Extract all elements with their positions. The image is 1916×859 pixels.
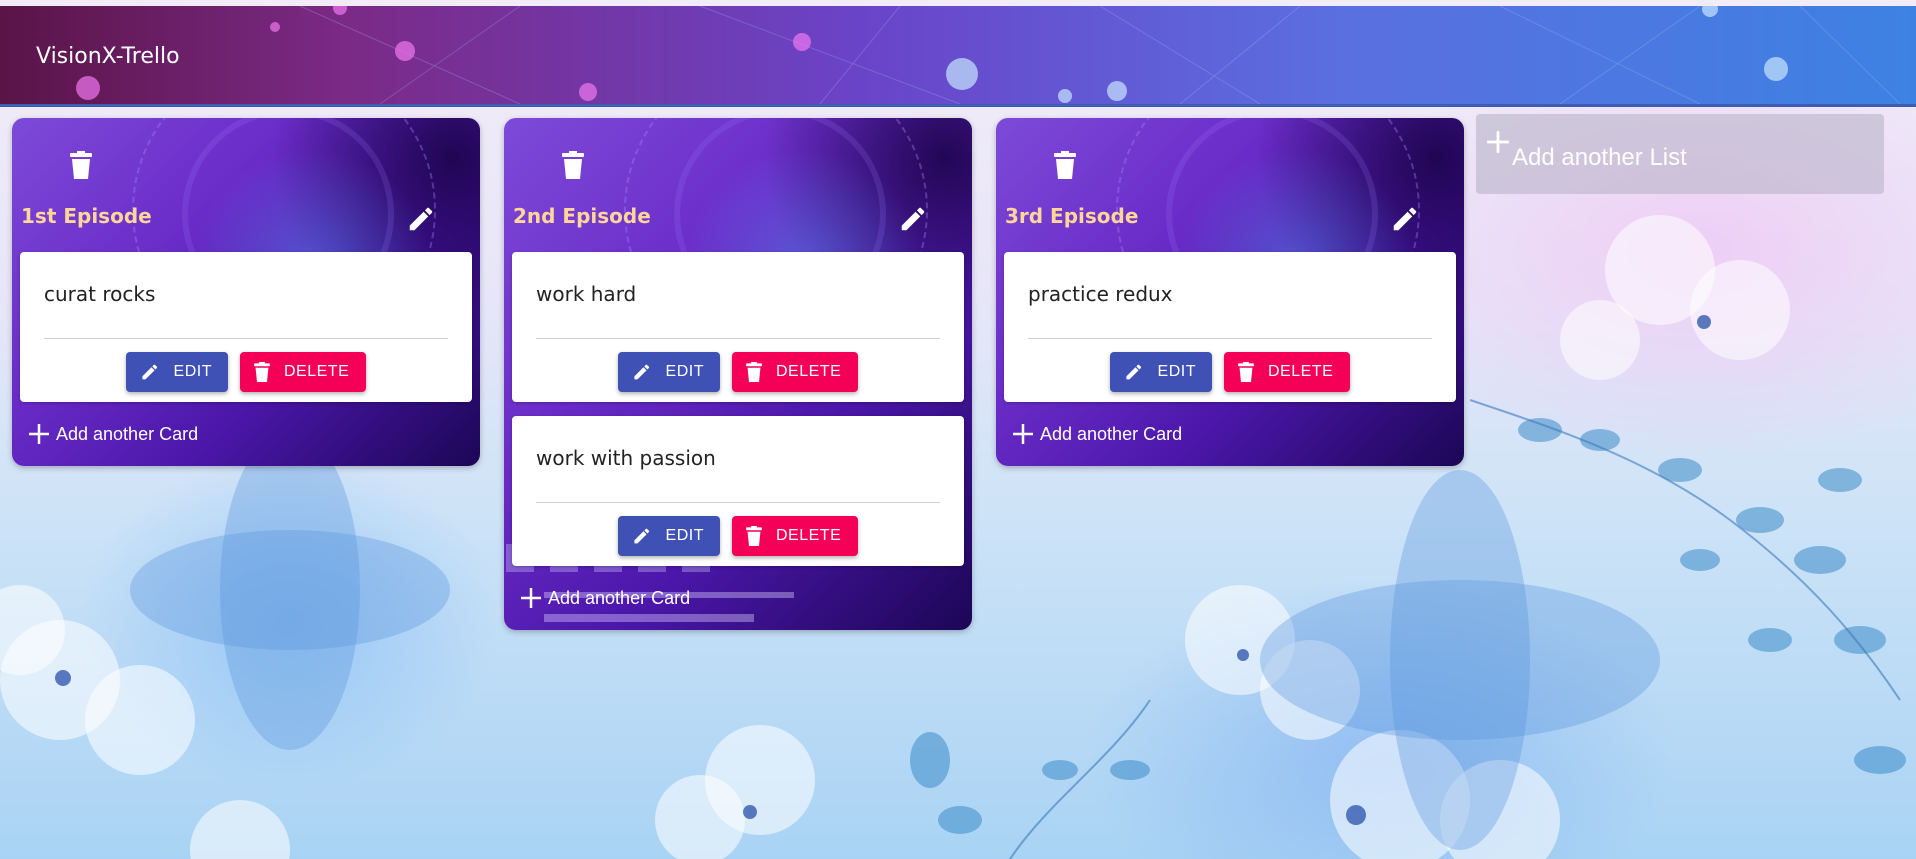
delete-card-button[interactable]: DELETE [240, 352, 366, 392]
add-card-label: Add another Card [56, 423, 199, 444]
app-title: VisionX-Trello [36, 44, 180, 69]
add-card-label: Add another Card [548, 587, 691, 608]
card: work with passion EDIT DELETE [512, 416, 964, 566]
edit-card-button[interactable]: EDIT [126, 352, 228, 392]
list-title: 1st Episode [21, 204, 152, 228]
pencil-icon [1126, 364, 1142, 380]
edit-card-button[interactable]: EDIT [618, 516, 720, 556]
add-list-button[interactable]: Add another List [1476, 114, 1884, 194]
card-text: work hard [536, 282, 637, 306]
pencil-icon [634, 364, 650, 380]
pencil-icon [901, 207, 925, 231]
edit-card-label: EDIT [1157, 363, 1196, 380]
delete-list-button[interactable] [1038, 138, 1092, 192]
card-divider [536, 338, 940, 339]
card-actions: EDIT DELETE [20, 352, 472, 392]
pencil-icon [142, 364, 158, 380]
plus-icon [1487, 131, 1509, 153]
edit-list-title-button[interactable] [890, 196, 936, 242]
trash-icon [1054, 151, 1076, 179]
plus-icon [1013, 424, 1033, 444]
pencil-icon [1393, 207, 1417, 231]
add-list-label: Add another List [1512, 144, 1687, 171]
list-title: 3rd Episode [1005, 204, 1139, 228]
edit-card-button[interactable]: EDIT [618, 352, 720, 392]
delete-card-label: DELETE [776, 527, 842, 544]
trash-icon [746, 526, 762, 546]
card-actions: EDIT DELETE [512, 352, 964, 392]
add-card-button[interactable]: Add another Card [504, 566, 972, 630]
card-actions: EDIT DELETE [1004, 352, 1456, 392]
delete-card-label: DELETE [1268, 363, 1334, 380]
pencil-icon [634, 528, 650, 544]
delete-card-button[interactable]: DELETE [732, 516, 858, 556]
edit-list-title-button[interactable] [1382, 196, 1428, 242]
list-2nd-episode: 2nd Episode work hard EDIT DELETE work w… [504, 118, 972, 630]
delete-card-button[interactable]: DELETE [732, 352, 858, 392]
trash-icon [746, 362, 762, 382]
plus-icon [521, 588, 541, 608]
delete-card-label: DELETE [776, 363, 842, 380]
card-divider [1028, 338, 1432, 339]
plus-icon [29, 424, 49, 444]
header-network-pattern [76, 6, 1901, 104]
add-card-button[interactable]: Add another Card [12, 402, 480, 466]
trash-icon [562, 151, 584, 179]
edit-card-label: EDIT [173, 363, 212, 380]
edit-card-label: EDIT [665, 527, 704, 544]
trash-icon [1238, 362, 1254, 382]
trash-icon [254, 362, 270, 382]
edit-card-label: EDIT [665, 363, 704, 380]
list-3rd-episode: 3rd Episode practice redux EDIT DELETE A… [996, 118, 1464, 466]
list-1st-episode: 1st Episode curat rocks EDIT DELETE Add … [12, 118, 480, 466]
edit-list-title-button[interactable] [398, 196, 444, 242]
card-divider [44, 338, 448, 339]
add-card-label: Add another Card [1040, 423, 1183, 444]
edit-card-button[interactable]: EDIT [1110, 352, 1212, 392]
list-header: 3rd Episode [996, 118, 1464, 252]
list-title: 2nd Episode [513, 204, 651, 228]
delete-list-button[interactable] [54, 138, 108, 192]
delete-list-button[interactable] [546, 138, 600, 192]
app-header: VisionX-Trello [0, 6, 1916, 107]
list-header: 1st Episode [12, 118, 480, 252]
trash-icon [70, 151, 92, 179]
card-actions: EDIT DELETE [512, 516, 964, 556]
delete-card-button[interactable]: DELETE [1224, 352, 1350, 392]
delete-card-label: DELETE [284, 363, 350, 380]
card-text: curat rocks [44, 282, 156, 306]
card: curat rocks EDIT DELETE [20, 252, 472, 402]
card-text: practice redux [1028, 282, 1173, 306]
list-header: 2nd Episode [504, 118, 972, 252]
pencil-icon [409, 207, 433, 231]
card: work hard EDIT DELETE [512, 252, 964, 402]
card-divider [536, 502, 940, 503]
card-text: work with passion [536, 446, 716, 470]
add-card-button[interactable]: Add another Card [996, 402, 1464, 466]
card: practice redux EDIT DELETE [1004, 252, 1456, 402]
